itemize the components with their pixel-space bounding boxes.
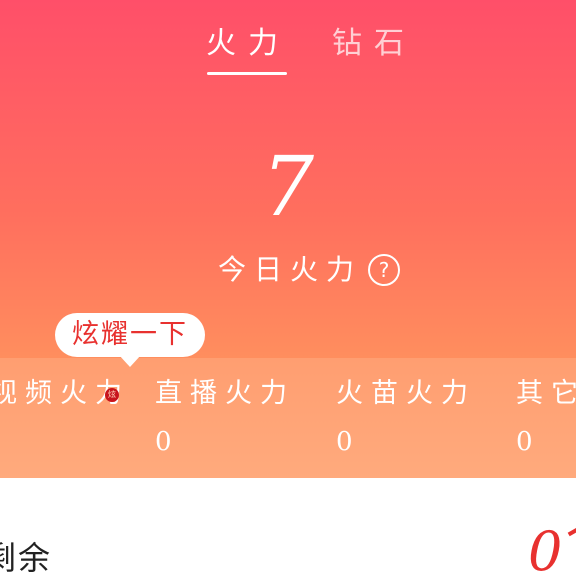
tab-firepower[interactable]: 火力: [206, 22, 290, 74]
stat-label: 火苗火力: [336, 378, 476, 409]
question-circle-icon[interactable]: ?: [368, 254, 400, 286]
remaining-value-tail: [567, 527, 576, 537]
active-tab-indicator: [207, 72, 287, 75]
show-off-tooltip[interactable]: 炫耀一下: [55, 313, 205, 357]
tab-bar: 火力 钻石: [0, 22, 576, 78]
tooltip-arrow: [119, 355, 141, 367]
tab-diamond[interactable]: 钻石: [332, 22, 416, 74]
today-firepower-label: 今日火力: [218, 253, 363, 286]
stat-label: 其它: [516, 378, 576, 409]
dazzle-badge-icon: 炫: [105, 388, 119, 402]
stat-value: 0: [516, 427, 533, 457]
remaining-label: 剩余: [0, 539, 53, 576]
stat-value: 0: [336, 427, 353, 457]
stat-label: 直播火力: [155, 378, 295, 409]
remaining-value: 0: [528, 520, 563, 576]
stat-value: 0: [155, 427, 172, 457]
firepower-page: 火力 钻石 7 今日火力 ? 炫耀一下 视频火力 炫 直播火力 0 火苗火力 0…: [0, 0, 576, 576]
today-firepower-value: 7: [261, 140, 315, 235]
